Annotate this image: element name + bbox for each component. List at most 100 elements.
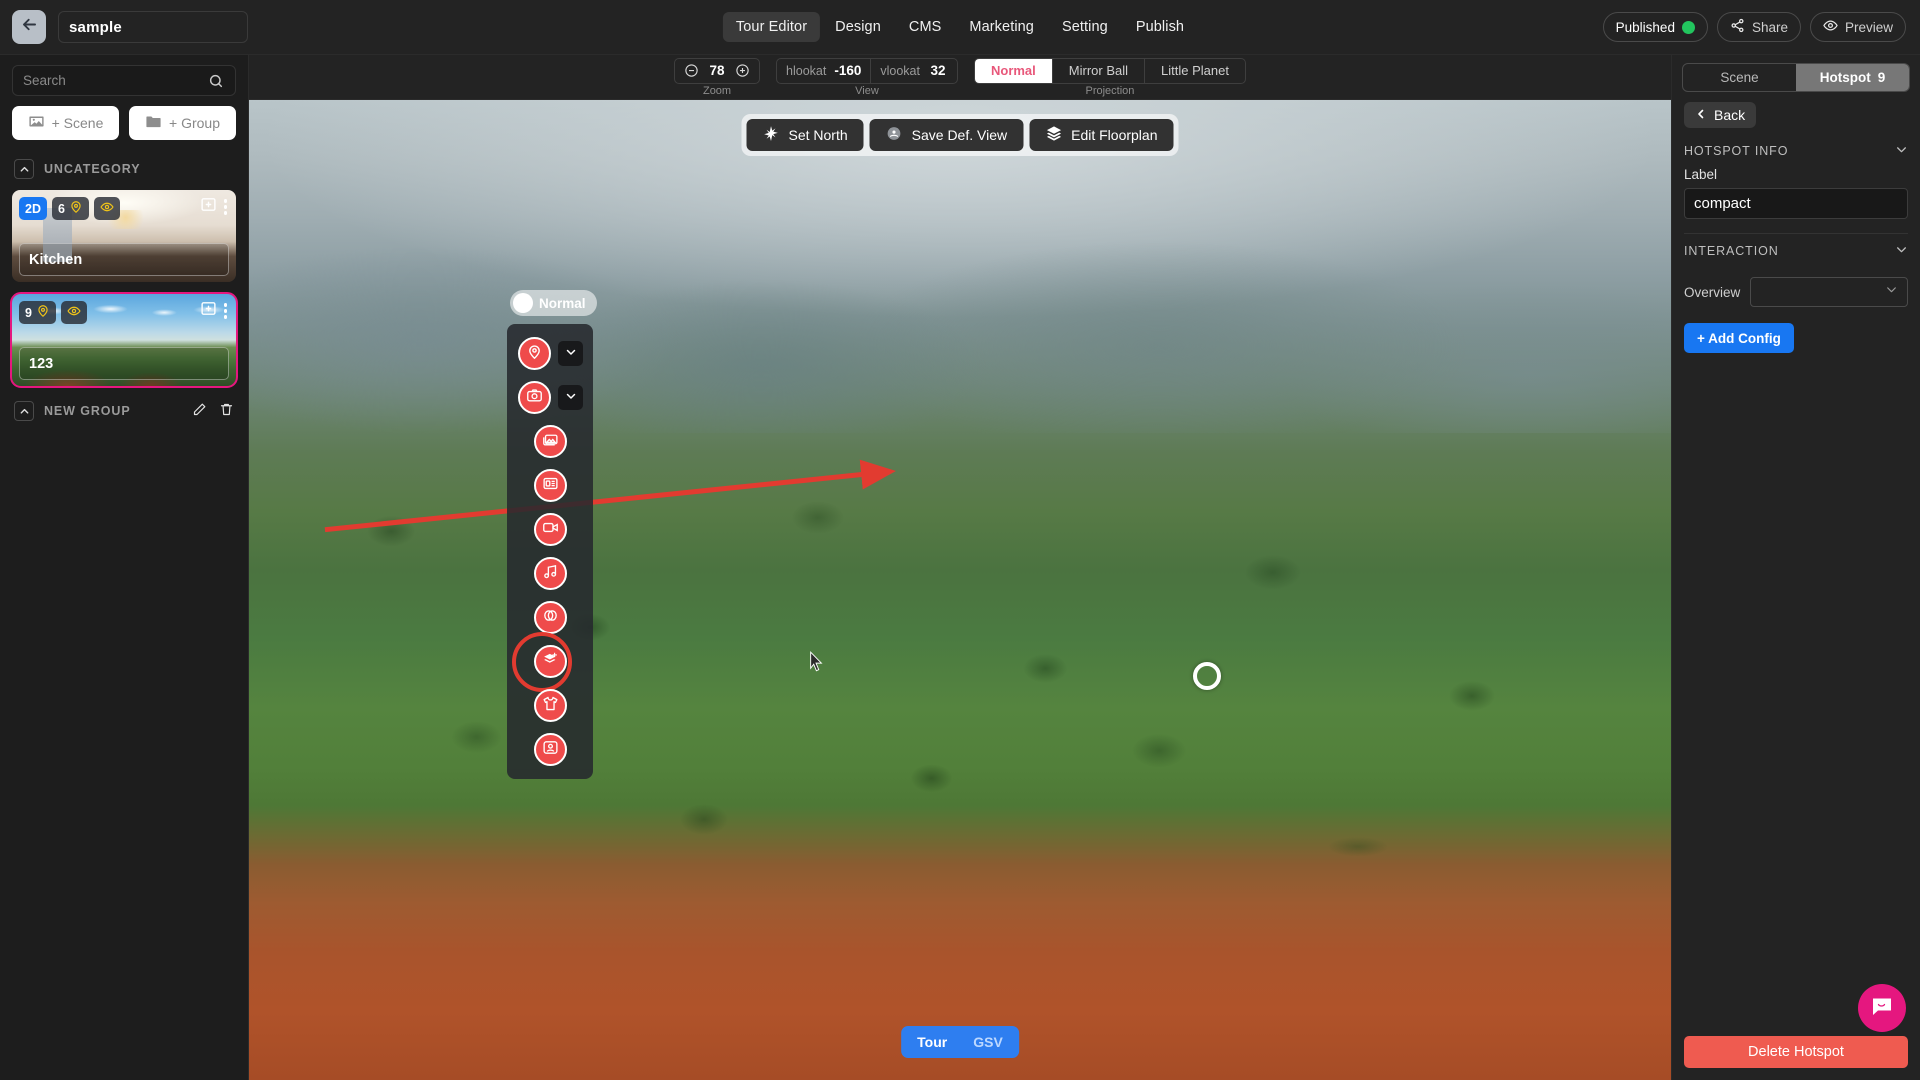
tab-scene-label: Scene: [1720, 70, 1758, 85]
tool-row-avatar: [507, 733, 593, 766]
layers-plus-icon: [542, 651, 559, 673]
scene-badges: 9: [19, 301, 87, 324]
group-header-uncategory[interactable]: UNCATEGORY: [0, 152, 248, 186]
projection-control-group: Normal Mirror Ball Little Planet Project…: [974, 58, 1246, 97]
eye-icon: [67, 304, 81, 321]
add-group-button[interactable]: + Group: [129, 106, 236, 140]
group-header-new-group[interactable]: NEW GROUP: [0, 394, 248, 428]
layers-icon: [1045, 125, 1062, 145]
toggle-knob: [513, 293, 533, 313]
search-container: [0, 55, 248, 106]
section-interaction-header[interactable]: INTERACTION: [1684, 238, 1908, 267]
minus-circle-icon[interactable]: [684, 63, 699, 78]
tab-setting[interactable]: Setting: [1049, 12, 1121, 42]
canvas-float-actions: Set North Save Def. View Edit Floorplan: [742, 114, 1179, 156]
support-chat-button[interactable]: [1858, 984, 1906, 1032]
plus-circle-icon[interactable]: [735, 63, 750, 78]
save-default-view-button[interactable]: Save Def. View: [870, 119, 1023, 151]
tool-row-video: [507, 513, 593, 546]
section-hotspot-info-title: HOTSPOT INFO: [1684, 144, 1788, 158]
tab-publish[interactable]: Publish: [1123, 12, 1197, 42]
product-tool[interactable]: [534, 689, 567, 722]
label-field-label: Label: [1684, 167, 1908, 182]
avatar-tool[interactable]: [534, 733, 567, 766]
scene-card-kitchen[interactable]: 2D 6: [12, 190, 236, 282]
add-group-label: + Group: [169, 115, 220, 131]
selected-hotspot-marker[interactable]: [1193, 662, 1221, 690]
tab-marketing[interactable]: Marketing: [956, 12, 1047, 42]
info-card-tool[interactable]: [534, 469, 567, 502]
projection-mirror-ball[interactable]: Mirror Ball: [1052, 59, 1144, 83]
tool-row-info-card: [507, 469, 593, 502]
status-dot-icon: [1682, 21, 1695, 34]
projection-little-planet[interactable]: Little Planet: [1144, 59, 1245, 83]
person-badge-icon: [542, 739, 559, 761]
scene-card-tools: [200, 300, 230, 322]
gsv-option[interactable]: GSV: [963, 1034, 1013, 1050]
tab-hotspot[interactable]: Hotspot 9: [1796, 64, 1909, 91]
hotspot-label-input[interactable]: [1684, 188, 1908, 219]
scene-sidebar: + Scene + Group UNCATEGORY: [0, 55, 249, 1080]
add-config-button[interactable]: + Add Config: [1684, 323, 1794, 353]
preview-button[interactable]: Preview: [1810, 12, 1906, 42]
scene-card-123[interactable]: 9: [12, 294, 236, 386]
published-status-button[interactable]: Published: [1603, 12, 1708, 42]
tour-editor-app: Tour Editor Design CMS Marketing Setting…: [0, 0, 1920, 1080]
panel-back-button[interactable]: Back: [1684, 102, 1756, 128]
tab-cms[interactable]: CMS: [896, 12, 955, 42]
badge-count-label: 6: [58, 202, 65, 216]
hotspot-tool-palette: [507, 324, 593, 779]
projection-group-label: Projection: [1086, 85, 1135, 97]
share-label: Share: [1752, 20, 1788, 35]
panorama-canvas[interactable]: Set North Save Def. View Edit Floorplan: [249, 100, 1671, 1080]
zoom-stepper: 78: [674, 58, 760, 84]
tool-row-hotspot-pin: [507, 337, 593, 370]
save-view-icon: [886, 125, 903, 145]
vlookat-key: vlookat: [880, 64, 920, 78]
scene-more-menu-icon[interactable]: [222, 197, 230, 217]
add-to-floorplan-icon[interactable]: [200, 196, 217, 218]
badge-type-label: 2D: [25, 202, 41, 216]
tool-row-compact-layers: [507, 645, 593, 678]
gallery-tool[interactable]: [534, 425, 567, 458]
section-hotspot-info-header[interactable]: HOTSPOT INFO: [1684, 138, 1908, 167]
search-input[interactable]: [12, 65, 236, 96]
back-button[interactable]: [12, 10, 46, 44]
overview-select[interactable]: [1750, 277, 1908, 307]
add-scene-button[interactable]: + Scene: [12, 106, 119, 140]
delete-hotspot-button[interactable]: Delete Hotspot: [1684, 1036, 1908, 1068]
photo-hotspot-tool[interactable]: [518, 381, 551, 414]
badge-count-label: 9: [25, 306, 32, 320]
scene-more-menu-icon[interactable]: [222, 301, 230, 321]
tour-option[interactable]: Tour: [907, 1034, 957, 1050]
tab-design[interactable]: Design: [822, 12, 894, 42]
video-tool[interactable]: [534, 513, 567, 546]
projection-normal[interactable]: Normal: [975, 59, 1052, 83]
edit-floorplan-button[interactable]: Edit Floorplan: [1029, 119, 1173, 151]
link-tool[interactable]: [534, 601, 567, 634]
audio-tool[interactable]: [534, 557, 567, 590]
edit-pencil-icon[interactable]: [192, 402, 207, 420]
set-north-label: Set North: [789, 127, 848, 143]
normal-mode-toggle[interactable]: Normal: [510, 290, 597, 316]
chevron-down-icon: [1885, 283, 1898, 301]
chevron-up-icon[interactable]: [14, 159, 34, 179]
add-to-floorplan-icon[interactable]: [200, 300, 217, 322]
tab-tour-editor[interactable]: Tour Editor: [723, 12, 820, 42]
photo-hotspot-dropdown[interactable]: [558, 385, 583, 410]
tab-scene[interactable]: Scene: [1683, 64, 1796, 91]
hotspot-pin-tool[interactable]: [518, 337, 551, 370]
chevron-up-icon[interactable]: [14, 401, 34, 421]
hotspot-pin-dropdown[interactable]: [558, 341, 583, 366]
eye-icon: [1823, 18, 1838, 36]
zoom-group-label: Zoom: [703, 85, 731, 97]
view-toolbar: 78 Zoom hlookat -160: [249, 55, 1671, 100]
vlookat-seg[interactable]: vlookat 32: [870, 59, 957, 83]
hlookat-seg[interactable]: hlookat -160: [777, 59, 870, 83]
share-button[interactable]: Share: [1717, 12, 1801, 42]
mouse-cursor: [809, 651, 824, 677]
compact-layers-tool[interactable]: [534, 645, 567, 678]
delete-trash-icon[interactable]: [219, 402, 234, 420]
project-title-input[interactable]: [58, 11, 248, 43]
set-north-button[interactable]: Set North: [747, 119, 864, 151]
